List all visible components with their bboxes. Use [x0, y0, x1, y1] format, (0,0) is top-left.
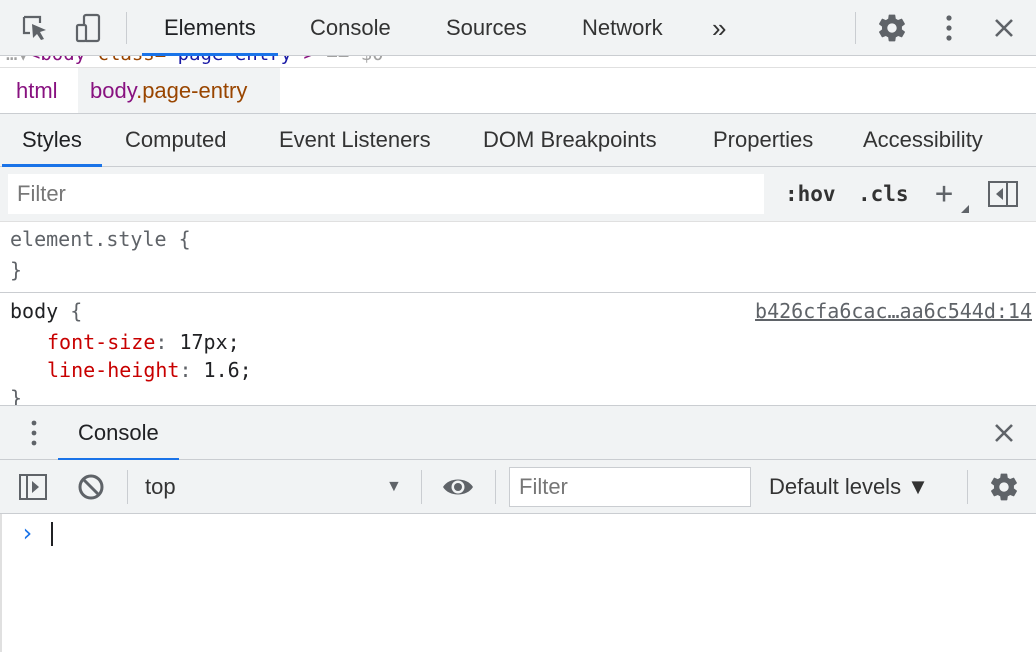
property-value[interactable]: 1.6;	[204, 358, 252, 382]
style-rule-element: element.style { }	[0, 222, 1036, 293]
tab-event-listeners[interactable]: Event Listeners	[279, 114, 431, 166]
toolbar-divider	[126, 12, 127, 44]
text-caret	[51, 522, 53, 546]
drawer-tab-console[interactable]: Console	[58, 406, 179, 461]
dom-attr-value: "page-entry"	[166, 56, 303, 65]
tab-properties[interactable]: Properties	[713, 114, 813, 166]
device-toolbar-icon[interactable]	[72, 12, 106, 44]
live-expression-eye-icon[interactable]	[439, 471, 477, 503]
console-prompt-icon: ›	[20, 519, 35, 547]
plus-icon: +	[935, 176, 954, 211]
rule-close-brace: }	[10, 386, 23, 405]
breadcrumb-html-label: html	[16, 78, 58, 103]
console-prompt-area[interactable]: ›	[0, 514, 1036, 652]
style-rule-body: body { b426cfa6cac…aa6c544d:14 font-size…	[0, 294, 1036, 405]
dom-tree-selected-line[interactable]: …▼<body class="page-entry"> == $0	[0, 56, 1036, 68]
rule-selector[interactable]: body	[10, 299, 58, 323]
toolbar-divider	[967, 470, 968, 504]
toolbar-divider	[495, 470, 496, 504]
toolbar-divider	[855, 12, 856, 44]
kebab-menu-icon[interactable]	[934, 10, 964, 46]
breadcrumb-body[interactable]: body.page-entry	[78, 68, 280, 113]
dom-line-prefix: …▼	[6, 56, 29, 65]
dom-selected-marker: == $0	[326, 56, 383, 65]
tab-elements[interactable]: Elements	[142, 0, 278, 56]
property-value[interactable]: 17px;	[179, 330, 239, 354]
devtools-toolbar: Elements Console Sources Network »	[0, 0, 1036, 56]
rule-selector[interactable]: element.style	[10, 227, 167, 251]
more-tabs-button[interactable]: »	[712, 0, 726, 56]
close-icon[interactable]	[988, 416, 1020, 450]
property-row[interactable]: font-size: 17px;	[47, 330, 240, 354]
tab-computed[interactable]: Computed	[125, 114, 227, 166]
gear-icon[interactable]	[986, 469, 1022, 505]
rule-open-brace: {	[178, 227, 191, 251]
gear-icon[interactable]	[874, 10, 910, 46]
property-name[interactable]: line-height	[47, 358, 179, 382]
console-toolbar: top ▼ Default levels ▼	[0, 460, 1036, 514]
dom-tag-close: >	[303, 56, 314, 65]
tab-sources[interactable]: Sources	[446, 0, 527, 56]
hover-state-button[interactable]: :hov	[785, 175, 836, 213]
breadcrumb-body-class: .page-entry	[136, 78, 248, 103]
breadcrumb-html[interactable]: html	[4, 68, 70, 113]
sidebar-tabs: Styles Computed Event Listeners DOM Brea…	[0, 114, 1036, 167]
rule-source-link[interactable]: b426cfa6cac…aa6c544d:14	[755, 299, 1032, 323]
close-icon[interactable]	[988, 11, 1020, 45]
drawer-menu-icon[interactable]	[22, 416, 46, 450]
clear-console-icon[interactable]	[74, 471, 108, 503]
rule-close-brace: }	[10, 258, 23, 282]
breadcrumb: html body.page-entry	[0, 68, 1036, 114]
new-style-rule-button[interactable]: +	[935, 175, 971, 213]
dom-tag-open: <body	[29, 56, 86, 65]
tab-console[interactable]: Console	[310, 0, 391, 56]
log-levels-dropdown[interactable]: Default levels ▼	[769, 460, 929, 513]
drawer-header: Console	[0, 405, 1036, 461]
context-selector[interactable]: top ▼	[128, 460, 414, 513]
toolbar-divider	[421, 470, 422, 504]
breadcrumb-body-tag: body	[90, 78, 137, 103]
tab-styles[interactable]: Styles	[2, 114, 102, 167]
context-selector-value: top	[145, 474, 176, 499]
console-filter-input[interactable]	[509, 467, 751, 507]
styles-toolbar: :hov .cls +	[0, 167, 1036, 222]
rule-open-brace: {	[70, 299, 83, 323]
tab-network[interactable]: Network	[582, 0, 663, 56]
tab-accessibility[interactable]: Accessibility	[863, 114, 983, 166]
dom-attr-name: class=	[98, 56, 167, 65]
class-toggle-button[interactable]: .cls	[858, 175, 909, 213]
toggle-sidebar-icon[interactable]	[986, 179, 1020, 209]
property-name[interactable]: font-size	[47, 330, 155, 354]
property-row[interactable]: line-height: 1.6;	[47, 358, 252, 382]
styles-filter-input[interactable]	[8, 174, 764, 214]
select-element-icon[interactable]	[18, 12, 52, 44]
chevron-down-icon: ▼	[386, 478, 402, 495]
tab-dom-breakpoints[interactable]: DOM Breakpoints	[483, 114, 657, 166]
show-sidebar-icon[interactable]	[16, 471, 50, 503]
